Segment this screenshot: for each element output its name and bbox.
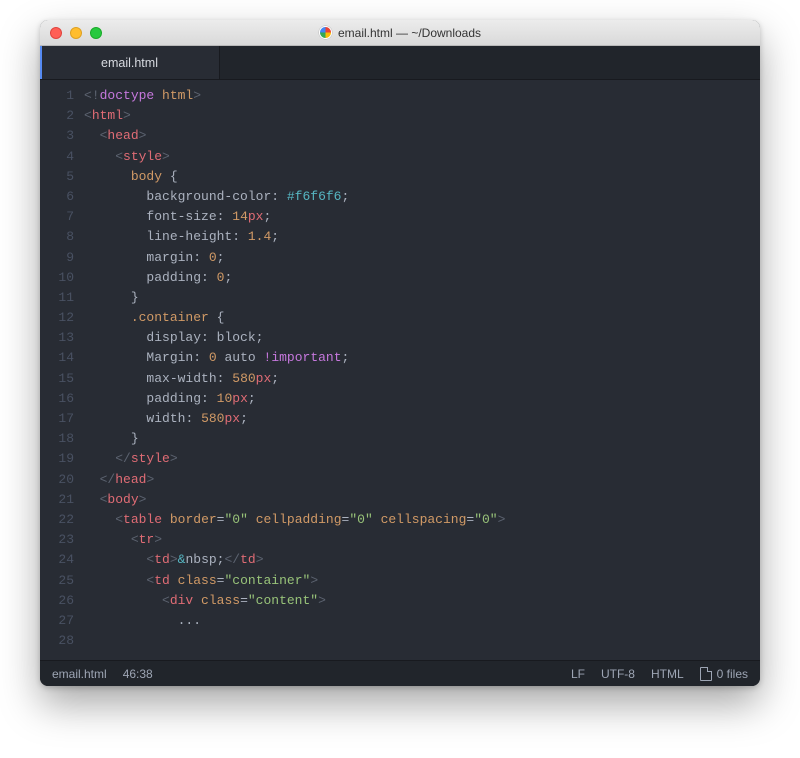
line-number: 23 — [40, 530, 74, 550]
status-cursor[interactable]: 46:38 — [123, 667, 153, 681]
app-icon — [319, 26, 332, 39]
window-title: email.html — ~/Downloads — [40, 26, 760, 40]
code-line[interactable]: font-size: 14px; — [84, 207, 760, 227]
line-number: 12 — [40, 308, 74, 328]
code-line[interactable]: width: 580px; — [84, 409, 760, 429]
tab-label: email.html — [101, 56, 158, 70]
code-line[interactable]: </head> — [84, 470, 760, 490]
line-number: 3 — [40, 126, 74, 146]
code-line[interactable]: <td class="container"> — [84, 571, 760, 591]
tab-email-html[interactable]: email.html — [40, 46, 220, 79]
code-line[interactable]: ... — [84, 611, 760, 631]
code-line[interactable]: <div class="content"> — [84, 591, 760, 611]
code-line[interactable]: padding: 0; — [84, 268, 760, 288]
line-number: 1 — [40, 86, 74, 106]
code-line[interactable]: Margin: 0 auto !important; — [84, 348, 760, 368]
window-title-text: email.html — ~/Downloads — [338, 26, 481, 40]
line-number: 21 — [40, 490, 74, 510]
code-area[interactable]: <!doctype html><html> <head> <style> bod… — [84, 80, 760, 660]
line-gutter: 1234567891011121314151617181920212223242… — [40, 80, 84, 660]
code-line[interactable] — [84, 631, 760, 651]
line-number: 20 — [40, 470, 74, 490]
line-number: 27 — [40, 611, 74, 631]
line-number: 24 — [40, 550, 74, 570]
code-line[interactable]: </style> — [84, 449, 760, 469]
line-number: 17 — [40, 409, 74, 429]
line-number: 8 — [40, 227, 74, 247]
line-number: 26 — [40, 591, 74, 611]
editor-window: email.html — ~/Downloads email.html 1234… — [40, 20, 760, 686]
status-line-ending[interactable]: LF — [571, 667, 585, 681]
code-line[interactable]: line-height: 1.4; — [84, 227, 760, 247]
line-number: 4 — [40, 147, 74, 167]
line-number: 28 — [40, 631, 74, 651]
line-number: 11 — [40, 288, 74, 308]
code-line[interactable]: max-width: 580px; — [84, 369, 760, 389]
status-grammar[interactable]: HTML — [651, 667, 684, 681]
zoom-icon[interactable] — [90, 27, 102, 39]
code-line[interactable]: margin: 0; — [84, 248, 760, 268]
editor[interactable]: 1234567891011121314151617181920212223242… — [40, 80, 760, 660]
code-line[interactable]: <!doctype html> — [84, 86, 760, 106]
line-number: 25 — [40, 571, 74, 591]
line-number: 15 — [40, 369, 74, 389]
line-number: 13 — [40, 328, 74, 348]
line-number: 6 — [40, 187, 74, 207]
line-number: 14 — [40, 348, 74, 368]
status-filename[interactable]: email.html — [52, 667, 107, 681]
code-line[interactable]: <head> — [84, 126, 760, 146]
status-bar: email.html 46:38 LF UTF-8 HTML 0 files — [40, 660, 760, 686]
file-icon — [700, 667, 712, 681]
status-files[interactable]: 0 files — [700, 667, 748, 681]
line-number: 16 — [40, 389, 74, 409]
code-line[interactable]: display: block; — [84, 328, 760, 348]
code-line[interactable]: background-color: #f6f6f6; — [84, 187, 760, 207]
code-line[interactable]: <table border="0" cellpadding="0" cellsp… — [84, 510, 760, 530]
line-number: 5 — [40, 167, 74, 187]
code-line[interactable]: } — [84, 429, 760, 449]
code-line[interactable]: <body> — [84, 490, 760, 510]
line-number: 2 — [40, 106, 74, 126]
titlebar[interactable]: email.html — ~/Downloads — [40, 20, 760, 46]
close-icon[interactable] — [50, 27, 62, 39]
code-line[interactable]: } — [84, 288, 760, 308]
window-controls — [50, 27, 102, 39]
status-encoding[interactable]: UTF-8 — [601, 667, 635, 681]
code-line[interactable]: <style> — [84, 147, 760, 167]
status-files-text: 0 files — [717, 667, 748, 681]
line-number: 9 — [40, 248, 74, 268]
line-number: 7 — [40, 207, 74, 227]
line-number: 22 — [40, 510, 74, 530]
code-line[interactable]: body { — [84, 167, 760, 187]
line-number: 10 — [40, 268, 74, 288]
minimize-icon[interactable] — [70, 27, 82, 39]
code-line[interactable]: <tr> — [84, 530, 760, 550]
line-number: 18 — [40, 429, 74, 449]
code-line[interactable]: padding: 10px; — [84, 389, 760, 409]
code-line[interactable]: .container { — [84, 308, 760, 328]
line-number: 19 — [40, 449, 74, 469]
code-line[interactable]: <td>&nbsp;</td> — [84, 550, 760, 570]
code-line[interactable]: <html> — [84, 106, 760, 126]
tab-bar[interactable]: email.html — [40, 46, 760, 80]
